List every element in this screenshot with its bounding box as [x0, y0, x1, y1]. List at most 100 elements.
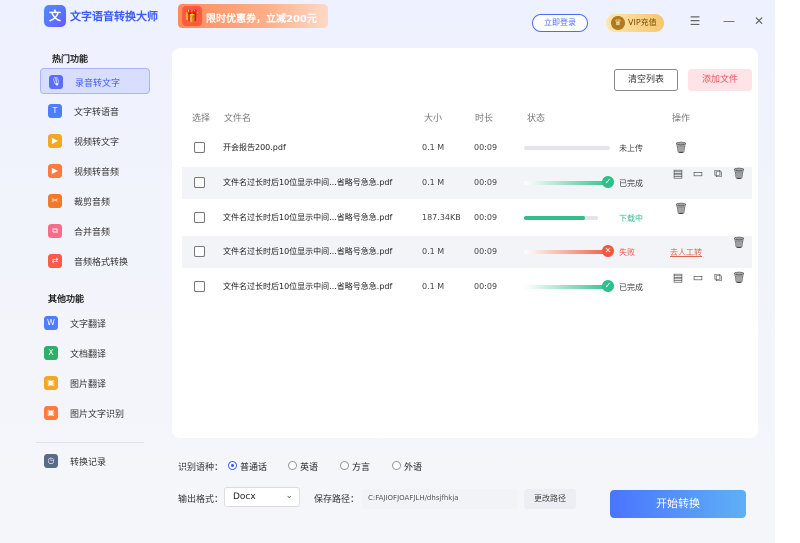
- video-icon: ▶: [48, 134, 62, 148]
- progress-bar: [524, 181, 612, 185]
- file-size: 0.1 M: [422, 247, 445, 256]
- table-row[interactable]: 文件名过长时后10位显示中间...省略号急急.pdf 0.1 M 00:09 ✓…: [182, 271, 752, 303]
- radio-dot: [392, 461, 401, 470]
- language-radio-group: 普通话 英语 方言 外语: [228, 459, 528, 473]
- sidebar-item-ocr[interactable]: ▣ 图片文字识别: [36, 400, 146, 426]
- copy-icon[interactable]: ⧉: [712, 167, 724, 180]
- format-select[interactable]: Docx ⌄: [224, 487, 300, 507]
- app-title: 文字语音转换大师: [70, 10, 158, 23]
- path-label: 保存路径：: [314, 495, 360, 505]
- delete-icon[interactable]: 🗑: [732, 236, 746, 249]
- file-size: 0.1 M: [422, 143, 445, 152]
- table-row[interactable]: 开会报告200.pdf 0.1 M 00:09 未上传 🗑: [182, 132, 752, 164]
- folder-icon[interactable]: ▭: [692, 167, 704, 180]
- add-file-button[interactable]: 添加文件: [688, 69, 752, 91]
- table-row[interactable]: 文件名过长时后10位显示中间...省略号急急.pdf 187.34KB 00:0…: [182, 202, 752, 234]
- sidebar-item-video-to-audio[interactable]: ▶ 视频转音频: [40, 158, 150, 184]
- excel-icon: X: [44, 346, 58, 360]
- status-text: 已完成: [619, 283, 643, 292]
- progress-bar: [524, 250, 612, 254]
- mic-icon: 🎙: [49, 75, 63, 89]
- progress-bar: [524, 146, 610, 150]
- save-path-field[interactable]: C:FAJIOFJOAFJLH/dhsjfhkja: [362, 489, 517, 509]
- file-name: 开会报告200.pdf: [223, 143, 286, 152]
- history-icon: ◷: [44, 454, 58, 468]
- progress-fill: [524, 181, 612, 185]
- sidebar-item-merge-audio[interactable]: ⧉ 合并音频: [40, 218, 150, 244]
- check-icon: ✓: [602, 176, 614, 188]
- promo-text: 限时优惠券，立减200元: [206, 14, 317, 25]
- sidebar-item-audio-to-text[interactable]: 🎙 录音转文字: [40, 68, 150, 94]
- hot-functions-title: 热门功能: [52, 55, 89, 65]
- sidebar-item-label: 图片翻译: [70, 380, 107, 390]
- table-row[interactable]: 文件名过长时后10位显示中间...省略号急急.pdf 0.1 M 00:09 ✓…: [182, 167, 752, 199]
- row-checkbox[interactable]: [194, 212, 205, 223]
- delete-icon[interactable]: 🗑: [674, 141, 688, 154]
- column-header-size: 大小: [424, 114, 443, 124]
- format-value: Docx: [233, 492, 256, 502]
- sidebar-item-crop-audio[interactable]: ✂ 裁剪音频: [40, 188, 150, 214]
- video-audio-icon: ▶: [48, 164, 62, 178]
- file-size: 187.34KB: [422, 213, 461, 222]
- sidebar-item-label: 录音转文字: [75, 79, 121, 89]
- file-duration: 00:09: [474, 143, 498, 152]
- app-window: 文 文字语音转换大师 🎁 限时优惠券，立减200元 立即登录 ♛ VIP充值 ☰…: [0, 0, 775, 543]
- sidebar-item-label: 合并音频: [74, 228, 111, 238]
- file-duration: 00:09: [474, 282, 498, 291]
- file-duration: 00:09: [474, 213, 498, 222]
- file-duration: 00:09: [474, 178, 498, 187]
- vip-recharge-button[interactable]: ♛ VIP充值: [606, 14, 664, 32]
- minimize-icon[interactable]: —: [722, 14, 736, 28]
- crop-icon: ✂: [48, 194, 62, 208]
- sidebar-item-text-translate[interactable]: W 文字翻译: [36, 310, 146, 336]
- title-bar: 文 文字语音转换大师 🎁 限时优惠券，立减200元 立即登录 ♛ VIP充值 ☰…: [0, 0, 775, 42]
- language-label: 识别语种：: [178, 463, 224, 473]
- file-name: 文件名过长时后10位显示中间...省略号急急.pdf: [223, 213, 393, 222]
- login-button[interactable]: 立即登录: [532, 14, 588, 32]
- sidebar-item-audio-format[interactable]: ⇄ 音频格式转换: [40, 248, 150, 274]
- close-icon[interactable]: ✕: [752, 14, 766, 28]
- sidebar-divider: [36, 442, 144, 443]
- row-checkbox[interactable]: [194, 246, 205, 257]
- table-header: 选择 文件名 大小 时长 状态 操作: [182, 105, 752, 127]
- delete-icon[interactable]: 🗑: [732, 271, 746, 284]
- row-checkbox[interactable]: [194, 281, 205, 292]
- folder-icon[interactable]: ▭: [692, 271, 704, 284]
- sidebar-item-video-to-text[interactable]: ▶ 视频转文字: [40, 128, 150, 154]
- table-row[interactable]: 文件名过长时后10位显示中间...省略号急急.pdf 0.1 M 00:09 ✕…: [182, 236, 752, 268]
- delete-icon[interactable]: 🗑: [732, 167, 746, 180]
- progress-bar: [524, 285, 612, 289]
- sidebar-item-image-translate[interactable]: ▣ 图片翻译: [36, 370, 146, 396]
- sidebar-item-text-to-speech[interactable]: T 文字转语音: [40, 98, 150, 124]
- row-checkbox[interactable]: [194, 177, 205, 188]
- word-icon: W: [44, 316, 58, 330]
- file-name: 文件名过长时后10位显示中间...省略号急急.pdf: [223, 282, 393, 291]
- sidebar-item-doc-translate[interactable]: X 文档翻译: [36, 340, 146, 366]
- sidebar-item-history[interactable]: ◷ 转换记录: [36, 448, 146, 474]
- menu-icon[interactable]: ☰: [688, 14, 702, 28]
- other-functions-title: 其他功能: [48, 295, 85, 305]
- file-size: 0.1 M: [422, 282, 445, 291]
- start-convert-button[interactable]: 开始转换: [610, 490, 746, 518]
- manual-transcribe-link[interactable]: 去人工转: [670, 247, 702, 258]
- gift-icon: 🎁: [182, 6, 202, 26]
- radio-label: 普通话: [240, 463, 268, 473]
- delete-icon[interactable]: 🗑: [674, 202, 688, 215]
- file-name: 文件名过长时后10位显示中间...省略号急急.pdf: [223, 247, 393, 256]
- progress-fill: [524, 216, 586, 220]
- change-path-button[interactable]: 更改路径: [524, 489, 576, 509]
- copy-icon[interactable]: ⧉: [712, 271, 724, 284]
- crown-icon: ♛: [611, 16, 625, 30]
- promo-banner[interactable]: 🎁 限时优惠券，立减200元: [178, 4, 328, 28]
- vip-label: VIP充值: [628, 18, 657, 27]
- document-icon[interactable]: ▤: [672, 167, 684, 180]
- file-list-panel: 清空列表 添加文件 选择 文件名 大小 时长 状态 操作 开会报告200.pdf…: [172, 48, 758, 438]
- row-checkbox[interactable]: [194, 142, 205, 153]
- app-logo-icon: 文: [44, 5, 66, 27]
- sidebar-item-label: 视频转文字: [74, 138, 120, 148]
- clear-list-button[interactable]: 清空列表: [614, 69, 678, 91]
- document-icon[interactable]: ▤: [672, 271, 684, 284]
- radio-label: 方言: [352, 463, 371, 473]
- chevron-down-icon: ⌄: [285, 491, 293, 501]
- radio-label: 英语: [300, 463, 319, 473]
